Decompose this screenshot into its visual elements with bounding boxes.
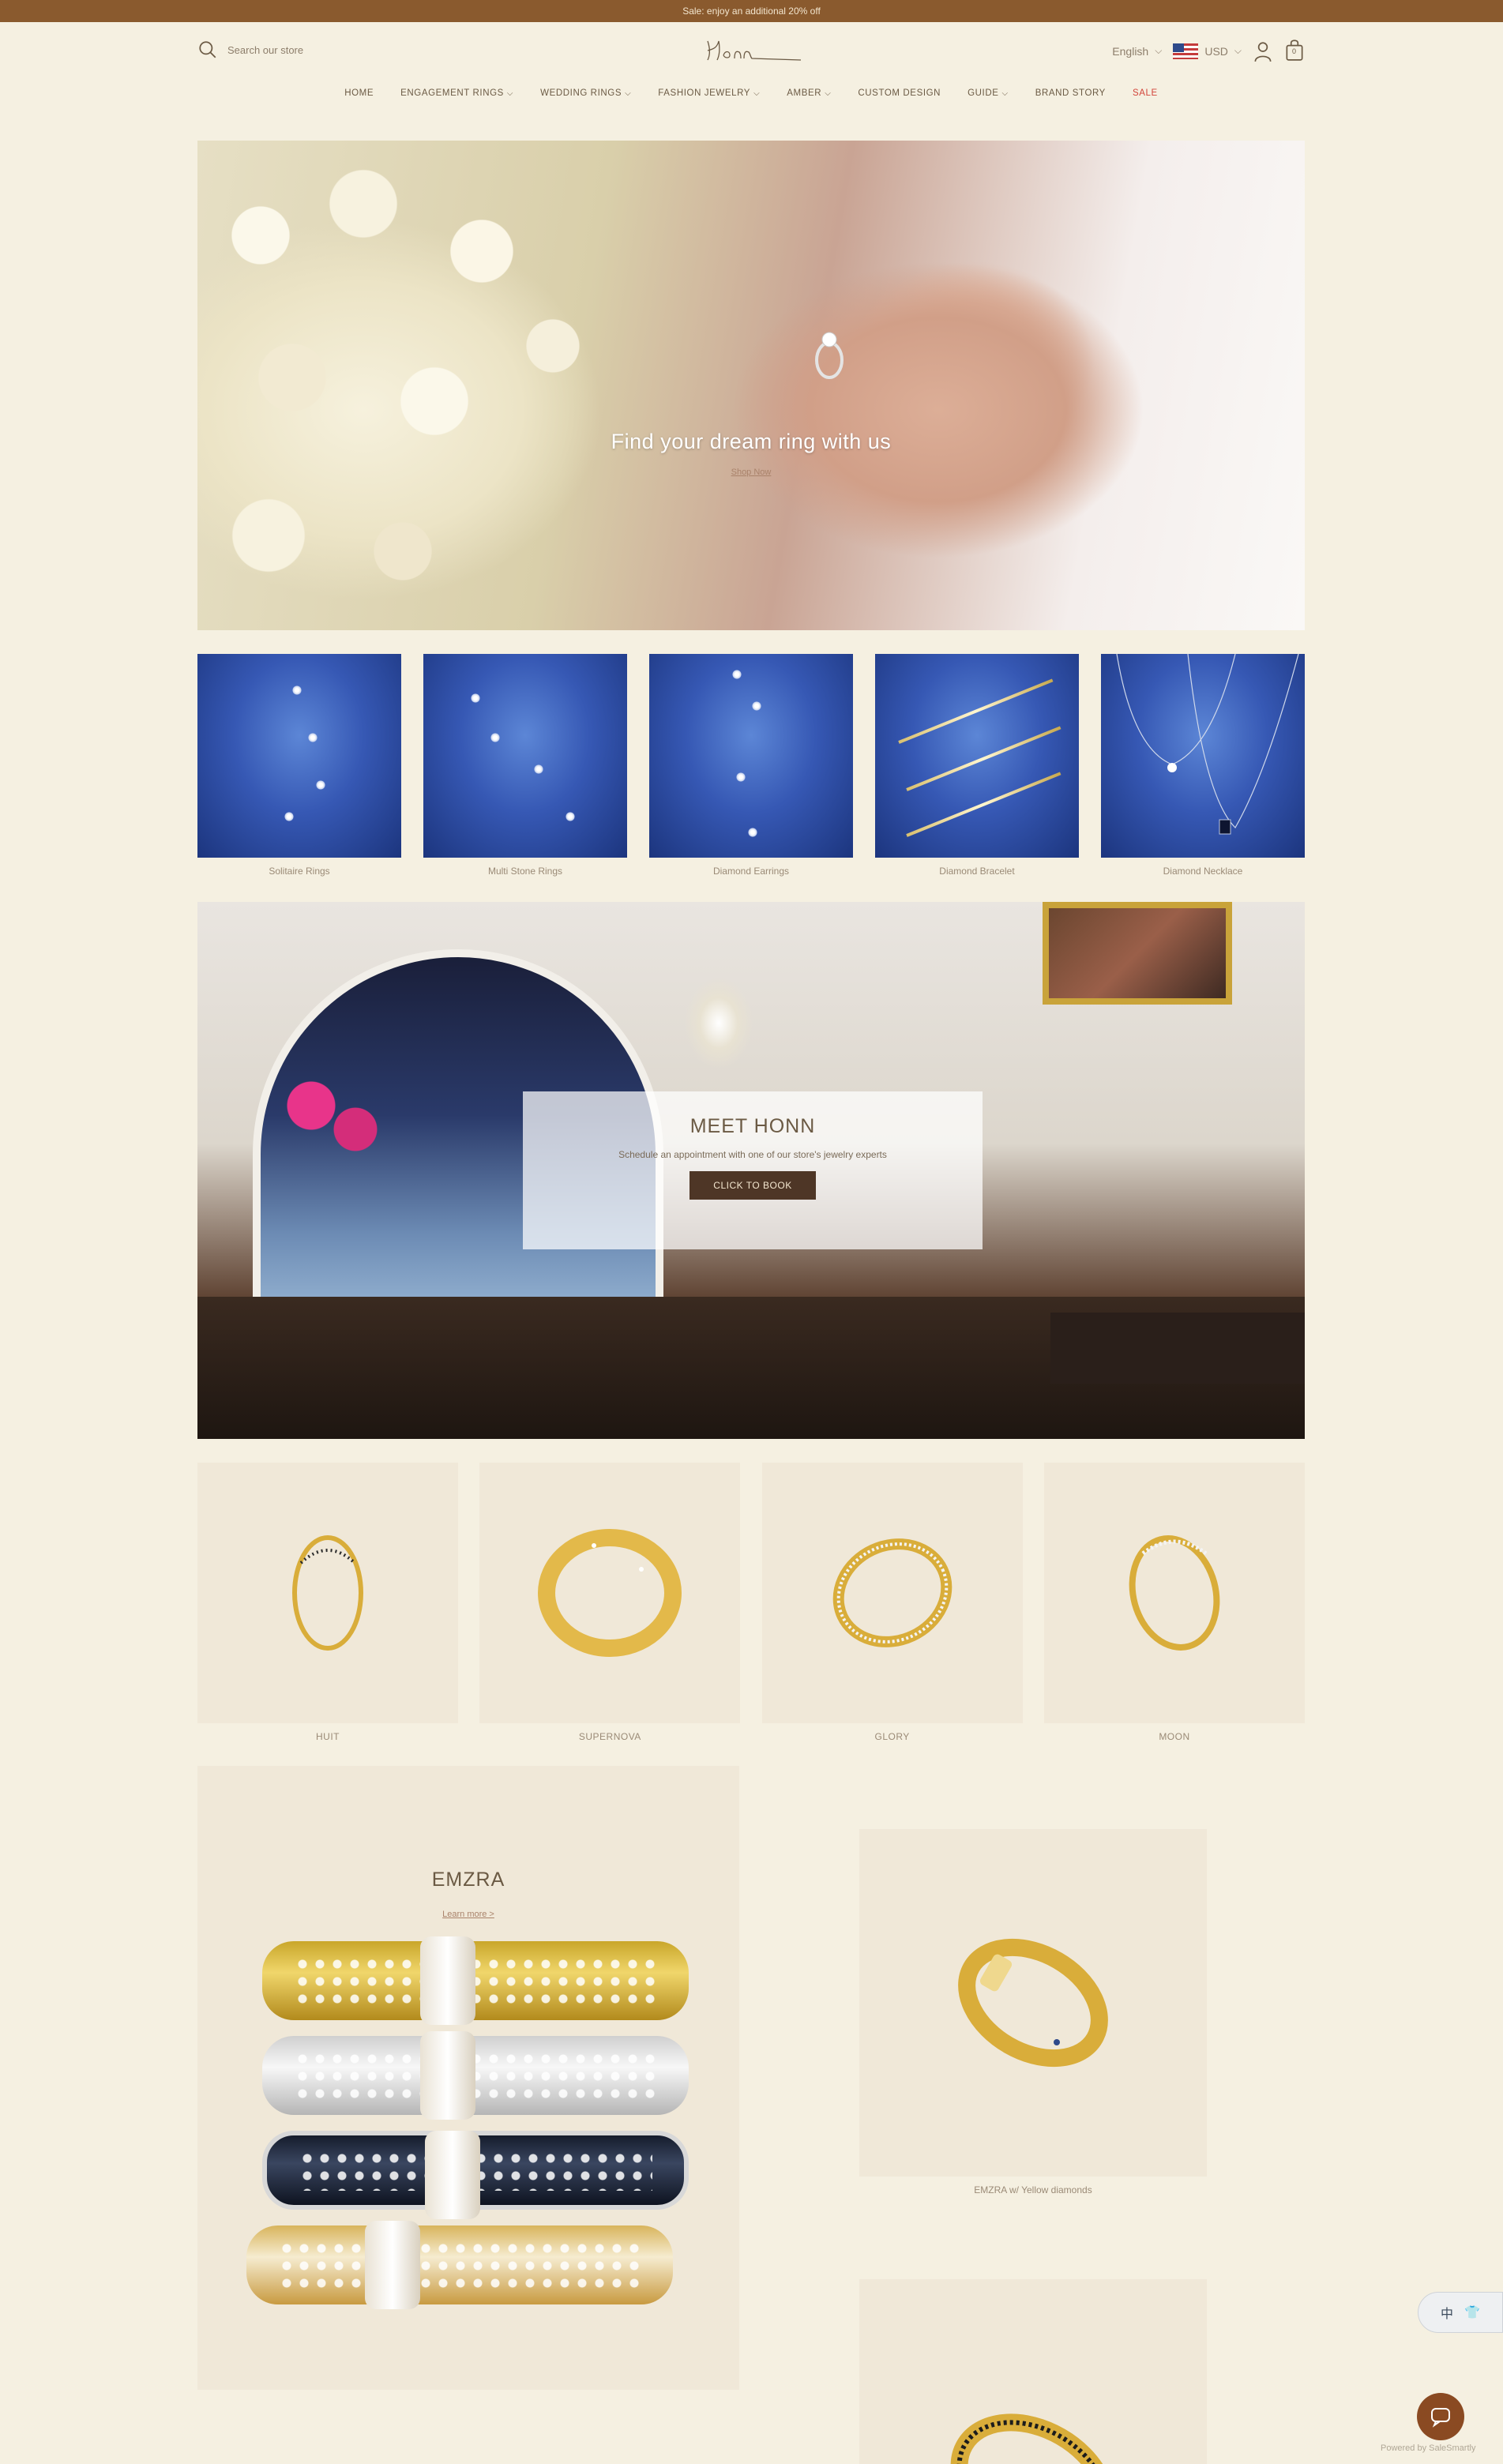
chandelier-image: [671, 949, 766, 1084]
learn-more-link[interactable]: Learn more >: [197, 1910, 739, 1919]
diamond-ring-image: [815, 332, 844, 379]
cart-count: 0: [1292, 47, 1297, 55]
chevron-down-icon: ⌵: [625, 88, 632, 98]
currency-label: USD: [1204, 44, 1228, 58]
category-diamond-earrings[interactable]: Diamond Earrings: [649, 654, 853, 877]
product-image: [197, 1463, 458, 1723]
powered-by-text: Powered by SaleSmartly: [1381, 2443, 1476, 2453]
chinese-language-icon: 中: [1441, 2308, 1454, 2321]
product-image: [761, 1463, 1023, 1723]
painting-image: [1043, 902, 1232, 1005]
announcement-bar: Sale: enjoy an additional 20% off: [0, 0, 1503, 22]
category-solitaire-rings[interactable]: Solitaire Rings: [197, 654, 401, 877]
meet-title: MEET HONN: [690, 1115, 816, 1137]
shop-now-link[interactable]: Shop Now: [197, 468, 1305, 477]
cart-button[interactable]: 0: [1284, 38, 1305, 64]
nav-label: HOME: [344, 88, 374, 98]
nav-label: AMBER: [787, 88, 822, 98]
us-flag-icon: [1173, 43, 1199, 59]
product-label: SUPERNOVA: [578, 1731, 641, 1742]
product-image: [479, 1463, 741, 1723]
search-input[interactable]: Search our store: [227, 44, 303, 56]
chevron-down-icon: ⌵: [1155, 45, 1163, 56]
nav-label: CUSTOM DESIGN: [858, 88, 941, 98]
store-interior-banner: MEET HONN Schedule an appointment with o…: [197, 902, 1305, 1439]
search-box[interactable]: Search our store: [197, 39, 303, 60]
category-image: [423, 654, 627, 858]
meet-honn-panel: MEET HONN Schedule an appointment with o…: [523, 1091, 983, 1249]
language-label: English: [1112, 44, 1149, 58]
account-icon[interactable]: [1253, 39, 1273, 63]
category-image: [197, 654, 401, 858]
nav-item-guide[interactable]: GUIDE ⌵: [968, 88, 1009, 98]
main-nav: HOME ENGAGEMENT RINGS ⌵ WEDDING RINGS ⌵ FA…: [197, 88, 1305, 98]
chevron-down-icon: ⌵: [1001, 88, 1009, 98]
category-label: Diamond Earrings: [712, 866, 790, 877]
chat-bubble-icon: [1431, 2408, 1450, 2428]
chat-button[interactable]: [1417, 2393, 1464, 2440]
hero-hand-image: [640, 141, 1303, 630]
nav-label: GUIDE: [968, 88, 999, 98]
product-grid: HUIT SUPERNOVA GLORY MOON: [197, 1463, 1305, 1742]
product-label: MOON: [1159, 1731, 1190, 1742]
nav-label: ENGAGEMENT RINGS: [400, 88, 504, 98]
nav-item-amber[interactable]: AMBER ⌵: [787, 88, 831, 98]
nav-item-engagement-rings[interactable]: ENGAGEMENT RINGS ⌵: [400, 88, 513, 98]
product-card-emzra-yellow[interactable]: EMZRA w/ Yellow diamonds: [859, 1829, 1207, 2195]
category-multi-stone-rings[interactable]: Multi Stone Rings: [423, 654, 627, 877]
chevron-down-icon: ⌵: [825, 88, 832, 98]
category-image: [649, 654, 853, 858]
store-desk: [1050, 1313, 1305, 1384]
chevron-down-icon: ⌵: [506, 88, 514, 98]
nav-item-custom-design[interactable]: CUSTOM DESIGN: [858, 88, 941, 98]
product-card-huit[interactable]: HUIT: [197, 1463, 458, 1742]
emzra-title: EMZRA: [431, 1869, 505, 1891]
site-header: Search our store English ⌵ USD ⌵ 0: [197, 32, 1305, 71]
chevron-down-icon: ⌵: [753, 88, 761, 98]
nav-label: SALE: [1132, 88, 1158, 98]
shirt-icon: 👕: [1464, 2306, 1480, 2319]
nav-item-sale[interactable]: SALE: [1133, 88, 1158, 98]
emzra-rings-stack-image: [246, 1936, 689, 2368]
category-image: [875, 654, 1079, 858]
emzra-feature[interactable]: EMZRA Learn more >: [197, 1766, 739, 2390]
language-selector[interactable]: English ⌵: [1112, 45, 1162, 58]
meet-subtitle: Schedule an appointment with one of our …: [618, 1149, 887, 1160]
nav-label: BRAND STORY: [1035, 88, 1106, 98]
currency-selector[interactable]: USD ⌵: [1173, 43, 1242, 59]
book-button[interactable]: CLICK TO BOOK: [690, 1171, 816, 1200]
category-grid: Solitaire Rings Multi Stone Rings Diamon…: [197, 654, 1305, 877]
honn-logo[interactable]: [703, 35, 806, 66]
nav-item-home[interactable]: HOME: [344, 88, 374, 98]
header-utilities: English ⌵ USD ⌵ 0: [1112, 38, 1305, 64]
nav-label: FASHION JEWELRY: [658, 88, 751, 98]
category-diamond-bracelet[interactable]: Diamond Bracelet: [875, 654, 1079, 877]
product-image: [859, 1829, 1207, 2177]
product-label: EMZRA w/ Yellow diamonds: [974, 2184, 1092, 2195]
category-label: Multi Stone Rings: [487, 866, 563, 877]
flowers-image: [261, 1068, 387, 1163]
nav-item-fashion-jewelry[interactable]: FASHION JEWELRY ⌵: [658, 88, 760, 98]
category-label: Diamond Necklace: [1163, 866, 1243, 877]
language-widget[interactable]: 中 👕: [1418, 2292, 1503, 2333]
nav-item-brand-story[interactable]: BRAND STORY: [1035, 88, 1106, 98]
category-label: Solitaire Rings: [269, 866, 330, 877]
category-diamond-necklace[interactable]: Diamond Necklace: [1101, 654, 1305, 877]
product-card-glory[interactable]: GLORY: [761, 1463, 1023, 1742]
hero-flowers-image: [197, 141, 671, 630]
product-image: [1043, 1463, 1305, 1723]
hero-banner[interactable]: Find your dream ring with us Shop Now: [197, 141, 1305, 630]
product-label: HUIT: [316, 1731, 340, 1742]
nav-item-wedding-rings[interactable]: WEDDING RINGS ⌵: [540, 88, 631, 98]
hero-title: Find your dream ring with us: [611, 430, 892, 453]
nav-label: WEDDING RINGS: [540, 88, 622, 98]
search-icon[interactable]: [197, 39, 218, 60]
product-card-partial[interactable]: [859, 2279, 1207, 2464]
product-card-moon[interactable]: MOON: [1043, 1463, 1305, 1742]
category-image: [1101, 654, 1305, 858]
category-label: Diamond Bracelet: [939, 866, 1015, 877]
product-label: GLORY: [874, 1731, 910, 1742]
product-card-supernova[interactable]: SUPERNOVA: [479, 1463, 741, 1742]
chevron-down-icon: ⌵: [1234, 45, 1242, 56]
